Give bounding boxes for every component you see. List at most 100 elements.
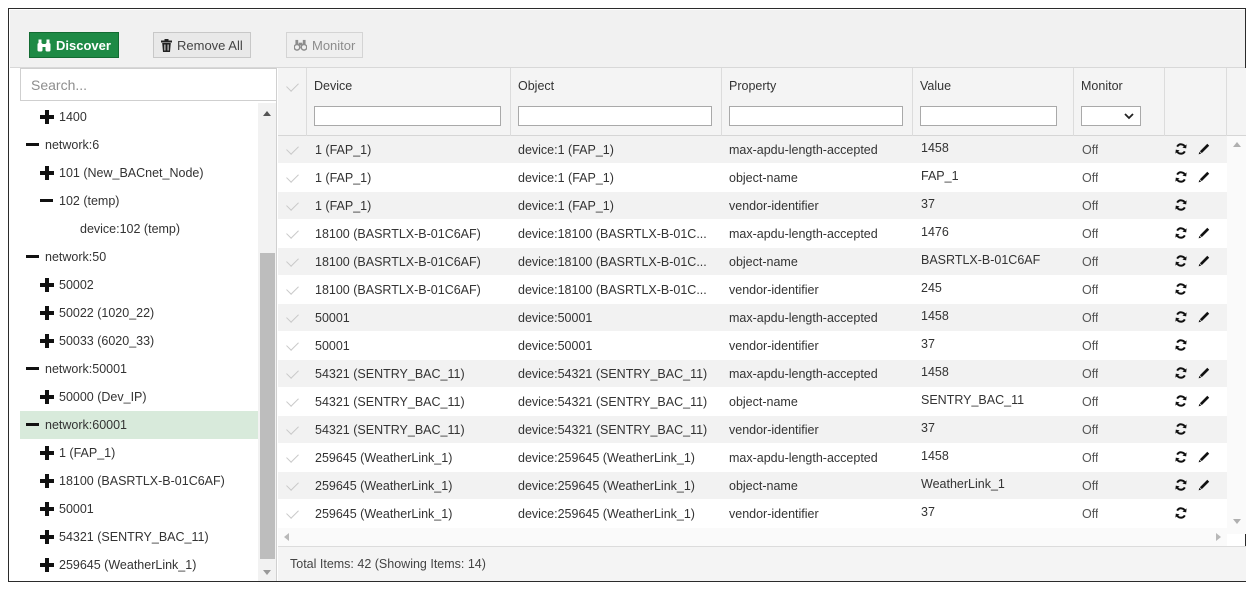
scroll-down-arrow-icon[interactable]	[1233, 519, 1241, 524]
table-row[interactable]: 50001 device:50001 vendor-identifier 37 Off	[278, 332, 1246, 360]
refresh-icon[interactable]	[1175, 199, 1187, 214]
table-row[interactable]: 1 (FAP_1) device:1 (FAP_1) object-name FAP_…	[278, 164, 1246, 192]
refresh-icon[interactable]	[1175, 143, 1187, 158]
row-checkmark-icon[interactable]	[286, 366, 299, 379]
refresh-icon[interactable]	[1175, 311, 1187, 326]
expand-plus-icon[interactable]	[40, 502, 54, 516]
table-row[interactable]: 259645 (WeatherLink_1) device:259645 (Wea…	[278, 472, 1246, 500]
table-row[interactable]: 54321 (SENTRY_BAC_11) device:54321 (SENTR…	[278, 388, 1246, 416]
edit-pencil-icon[interactable]	[1198, 255, 1210, 270]
remove-all-button[interactable]: Remove All	[153, 32, 251, 58]
row-checkmark-icon[interactable]	[286, 310, 299, 323]
expand-plus-icon[interactable]	[40, 278, 54, 292]
monitor-column-header[interactable]: Monitor	[1074, 68, 1165, 136]
property-filter-input[interactable]	[729, 106, 903, 126]
value-cell[interactable]: 37	[921, 416, 935, 444]
tree-item[interactable]: device:102 (temp)	[20, 215, 258, 243]
row-checkmark-icon[interactable]	[286, 506, 299, 519]
refresh-icon[interactable]	[1175, 451, 1187, 466]
tree-item[interactable]: 259645 (WeatherLink_1)	[20, 551, 258, 579]
scroll-left-arrow-icon[interactable]	[284, 533, 289, 541]
expand-plus-icon[interactable]	[40, 446, 54, 460]
value-cell[interactable]: 1476	[921, 220, 949, 248]
tree-item[interactable]: 50022 (1020_22)	[20, 299, 258, 327]
device-column-header[interactable]: Device	[307, 68, 511, 136]
expand-plus-icon[interactable]	[40, 390, 54, 404]
value-cell[interactable]: 37	[921, 192, 935, 220]
table-row[interactable]: 259645 (WeatherLink_1) device:259645 (Wea…	[278, 444, 1246, 472]
expand-plus-icon[interactable]	[40, 474, 54, 488]
collapse-minus-icon[interactable]	[26, 250, 40, 264]
row-checkmark-icon[interactable]	[286, 254, 299, 267]
object-filter-input[interactable]	[518, 106, 712, 126]
scroll-up-arrow-icon[interactable]	[263, 111, 271, 116]
refresh-icon[interactable]	[1175, 423, 1187, 438]
edit-pencil-icon[interactable]	[1198, 171, 1210, 186]
tree-item[interactable]: 102 (temp)	[20, 187, 258, 215]
table-row[interactable]: 50001 device:50001 max-apdu-length-accepte…	[278, 304, 1246, 332]
tree-scrollbar[interactable]	[258, 103, 276, 581]
row-checkmark-icon[interactable]	[286, 282, 299, 295]
property-column-header[interactable]: Property	[722, 68, 913, 136]
expand-plus-icon[interactable]	[40, 110, 54, 124]
refresh-icon[interactable]	[1175, 227, 1187, 242]
refresh-icon[interactable]	[1175, 283, 1187, 298]
edit-pencil-icon[interactable]	[1198, 367, 1210, 382]
edit-pencil-icon[interactable]	[1198, 451, 1210, 466]
value-cell[interactable]: 245	[921, 276, 942, 304]
value-cell[interactable]: FAP_1	[921, 164, 959, 192]
value-column-header[interactable]: Value	[913, 68, 1074, 136]
value-cell[interactable]: 1458	[921, 444, 949, 472]
object-column-header[interactable]: Object	[511, 68, 722, 136]
edit-pencil-icon[interactable]	[1198, 479, 1210, 494]
value-cell[interactable]: BASRTLX-B-01C6AF	[921, 248, 1040, 276]
value-cell[interactable]: 1458	[921, 136, 949, 164]
table-row[interactable]: 54321 (SENTRY_BAC_11) device:54321 (SENTR…	[278, 416, 1246, 444]
tree-item[interactable]: 18100 (BASRTLX-B-01C6AF)	[20, 467, 258, 495]
collapse-minus-icon[interactable]	[26, 362, 40, 376]
refresh-icon[interactable]	[1175, 507, 1187, 522]
table-row[interactable]: 54321 (SENTRY_BAC_11) device:54321 (SENTR…	[278, 360, 1246, 388]
device-filter-input[interactable]	[314, 106, 501, 126]
tree-item[interactable]: 50000 (Dev_IP)	[20, 383, 258, 411]
value-cell[interactable]: 37	[921, 500, 935, 528]
discover-button[interactable]: Discover	[29, 32, 119, 58]
collapse-minus-icon[interactable]	[26, 138, 40, 152]
scrollbar-thumb[interactable]	[260, 253, 275, 559]
row-checkmark-icon[interactable]	[286, 450, 299, 463]
value-cell[interactable]: WeatherLink_1	[921, 472, 1005, 500]
expand-plus-icon[interactable]	[40, 306, 54, 320]
refresh-icon[interactable]	[1175, 367, 1187, 382]
monitor-button[interactable]: Monitor	[286, 32, 364, 58]
search-input[interactable]	[20, 68, 276, 101]
edit-pencil-icon[interactable]	[1198, 311, 1210, 326]
grid-vertical-scrollbar[interactable]	[1227, 136, 1246, 534]
value-cell[interactable]: 1458	[921, 360, 949, 388]
tree-item[interactable]: 50002	[20, 271, 258, 299]
edit-pencil-icon[interactable]	[1198, 143, 1210, 158]
tree-item[interactable]: 50001	[20, 495, 258, 523]
refresh-icon[interactable]	[1175, 479, 1187, 494]
tree-item[interactable]: 101 (New_BACnet_Node)	[20, 159, 258, 187]
table-row[interactable]: 18100 (BASRTLX-B-01C6AF) device:18100 (BA…	[278, 220, 1246, 248]
refresh-icon[interactable]	[1175, 339, 1187, 354]
value-cell[interactable]: SENTRY_BAC_11	[921, 388, 1024, 416]
tree-item[interactable]: network:6	[20, 131, 258, 159]
refresh-icon[interactable]	[1175, 395, 1187, 410]
table-row[interactable]: 259645 (WeatherLink_1) device:259645 (Wea…	[278, 500, 1246, 528]
grid-horizontal-scrollbar[interactable]	[278, 528, 1227, 546]
refresh-icon[interactable]	[1175, 255, 1187, 270]
scroll-right-arrow-icon[interactable]	[1216, 533, 1221, 541]
table-row[interactable]: 1 (FAP_1) device:1 (FAP_1) vendor-identifi…	[278, 192, 1246, 220]
row-checkmark-icon[interactable]	[286, 142, 299, 155]
expand-plus-icon[interactable]	[40, 530, 54, 544]
table-row[interactable]: 18100 (BASRTLX-B-01C6AF) device:18100 (BA…	[278, 276, 1246, 304]
row-checkmark-icon[interactable]	[286, 338, 299, 351]
expand-plus-icon[interactable]	[40, 558, 54, 572]
row-checkmark-icon[interactable]	[286, 226, 299, 239]
scroll-up-arrow-icon[interactable]	[1233, 142, 1241, 147]
edit-pencil-icon[interactable]	[1198, 395, 1210, 410]
tree-item[interactable]: network:50	[20, 243, 258, 271]
collapse-minus-icon[interactable]	[26, 418, 40, 432]
row-checkmark-icon[interactable]	[286, 170, 299, 183]
